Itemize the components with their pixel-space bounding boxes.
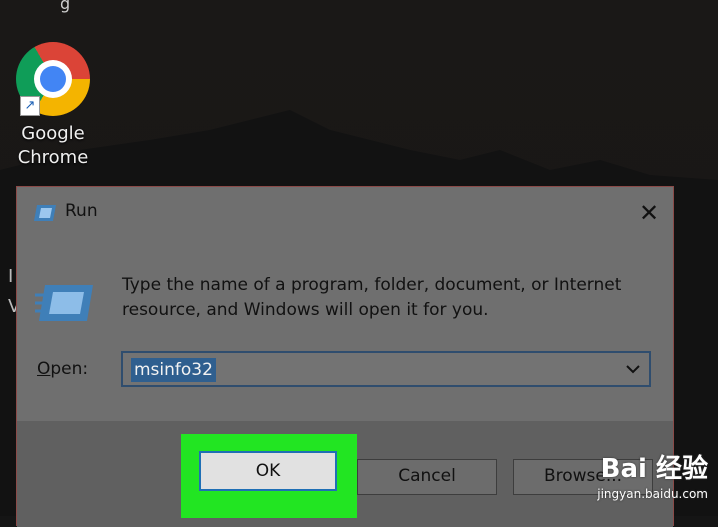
watermark: Bai 经验 jingyan.baidu.com <box>508 448 708 501</box>
dialog-title: Run <box>65 201 98 221</box>
run-icon <box>34 205 56 221</box>
cancel-button[interactable]: Cancel <box>357 459 497 495</box>
cut-off-icon-text: I <box>8 266 14 287</box>
open-label: Open: <box>37 359 89 379</box>
cut-off-desktop-text: g <box>60 0 71 13</box>
open-combobox[interactable]: msinfo32 <box>121 351 651 387</box>
open-input-value[interactable]: msinfo32 <box>131 358 216 382</box>
desktop-icon-google-chrome[interactable]: ↗ Google Chrome <box>8 42 98 170</box>
close-button[interactable]: ✕ <box>629 195 669 231</box>
ok-button[interactable]: OK <box>199 451 337 491</box>
chevron-down-icon[interactable] <box>625 359 641 379</box>
chrome-icon: ↗ <box>16 42 90 116</box>
run-program-icon <box>35 285 93 321</box>
ok-button-highlight: OK <box>181 434 357 518</box>
watermark-url: jingyan.baidu.com <box>597 487 708 501</box>
dialog-description: Type the name of a program, folder, docu… <box>122 275 622 320</box>
desktop-icon-label: Google Chrome <box>17 123 89 168</box>
shortcut-arrow-icon: ↗ <box>20 96 40 116</box>
title-bar[interactable]: Run ✕ <box>17 187 673 239</box>
watermark-logo: Bai 经验 <box>600 454 708 484</box>
